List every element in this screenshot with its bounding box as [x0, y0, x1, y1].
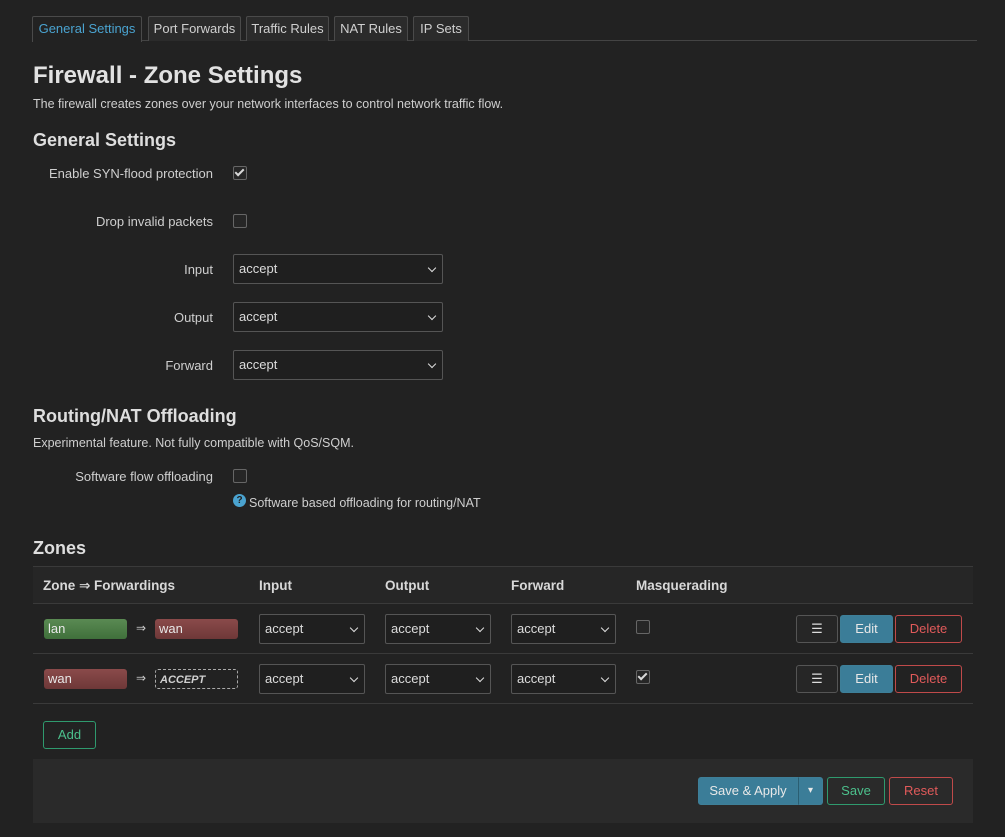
table-row: lan ⇒ wan accept accept accept ☰ Edit De…: [33, 604, 973, 654]
page-title: Firewall - Zone Settings: [33, 62, 303, 89]
column-forward: Forward: [511, 578, 565, 593]
drop-invalid-checkbox[interactable]: [233, 214, 247, 228]
forward-label: Forward: [165, 358, 213, 373]
tab-nat-rules[interactable]: NAT Rules: [334, 16, 408, 41]
tab-traffic-rules[interactable]: Traffic Rules: [246, 16, 329, 41]
output-label: Output: [173, 310, 213, 325]
zone-input-value: accept: [265, 671, 304, 686]
input-label: Input: [184, 262, 213, 277]
arrow-icon: ⇒: [136, 621, 147, 635]
forward-policy-select[interactable]: accept: [233, 350, 443, 380]
chevron-down-icon: [349, 673, 359, 683]
arrow-icon: ⇒: [136, 671, 147, 685]
zone-forward-select[interactable]: accept: [511, 614, 616, 644]
software-offload-checkbox[interactable]: [233, 469, 247, 483]
zone-badge-accept: ACCEPT: [155, 669, 238, 689]
input-policy-select[interactable]: accept: [233, 254, 443, 284]
checkmark-icon: [637, 670, 648, 681]
zone-badge-wan: wan: [44, 669, 127, 689]
chevron-down-icon: [600, 673, 610, 683]
page-description: The firewall creates zones over your net…: [33, 97, 504, 111]
column-masquerading: Masquerading: [636, 578, 728, 593]
syn-flood-label: Enable SYN-flood protection: [48, 166, 213, 181]
edit-button[interactable]: Edit: [840, 615, 893, 643]
zone-output-select[interactable]: accept: [385, 614, 491, 644]
zone-output-value: accept: [391, 621, 430, 636]
tab-general-settings[interactable]: General Settings: [32, 16, 142, 42]
add-zone-button[interactable]: Add: [43, 721, 96, 749]
chevron-down-icon: [427, 311, 437, 321]
delete-button[interactable]: Delete: [895, 615, 962, 643]
column-output: Output: [385, 578, 430, 593]
zone-forward-value: accept: [517, 671, 556, 686]
reset-button[interactable]: Reset: [889, 777, 953, 805]
checkmark-icon: [234, 166, 245, 177]
chevron-down-icon: [600, 623, 610, 633]
edit-button[interactable]: Edit: [840, 665, 893, 693]
offloading-heading: Routing/NAT Offloading: [33, 406, 237, 426]
chevron-down-icon: [427, 359, 437, 369]
zones-table-header: Zone ⇒ Forwardings Input Output Forward …: [33, 566, 973, 604]
delete-button[interactable]: Delete: [895, 665, 962, 693]
forward-policy-value: accept: [239, 357, 278, 372]
output-policy-select[interactable]: accept: [233, 302, 443, 332]
zone-forward-value: accept: [517, 621, 556, 636]
syn-flood-checkbox[interactable]: [233, 166, 247, 180]
masquerading-checkbox[interactable]: [636, 670, 650, 684]
zone-badge-wan: wan: [155, 619, 238, 639]
form-footer: Save & Apply ▾ Save Reset: [33, 759, 973, 823]
save-apply-button[interactable]: Save & Apply: [698, 777, 798, 805]
masquerading-checkbox[interactable]: [636, 620, 650, 634]
offloading-description: Experimental feature. Not fully compatib…: [33, 436, 354, 450]
drop-invalid-label: Drop invalid packets: [95, 214, 213, 229]
chevron-down-icon: [349, 623, 359, 633]
question-circle-icon: ?: [233, 494, 246, 507]
software-offload-help: Software based offloading for routing/NA…: [249, 496, 481, 510]
zone-badge-lan: lan: [44, 619, 127, 639]
tab-ip-sets[interactable]: IP Sets: [413, 16, 469, 41]
zone-output-value: accept: [391, 671, 430, 686]
chevron-down-icon: [475, 623, 485, 633]
zone-input-select[interactable]: accept: [259, 614, 365, 644]
zone-input-select[interactable]: accept: [259, 664, 365, 694]
general-settings-heading: General Settings: [33, 130, 177, 150]
output-policy-value: accept: [239, 309, 278, 324]
drag-menu-button[interactable]: ☰: [796, 665, 838, 693]
chevron-down-icon: [427, 263, 437, 273]
drag-menu-button[interactable]: ☰: [796, 615, 838, 643]
save-apply-dropdown-button[interactable]: ▾: [798, 777, 823, 805]
table-row: wan ⇒ ACCEPT accept accept accept ☰ Edit…: [33, 654, 973, 704]
column-input: Input: [259, 578, 292, 593]
zones-heading: Zones: [33, 538, 87, 558]
tab-bar: General Settings Port Forwards Traffic R…: [32, 16, 977, 42]
tab-port-forwards[interactable]: Port Forwards: [148, 16, 241, 41]
save-button[interactable]: Save: [827, 777, 885, 805]
zone-input-value: accept: [265, 621, 304, 636]
chevron-down-icon: [475, 673, 485, 683]
column-zone-forwardings: Zone ⇒ Forwardings: [43, 578, 176, 593]
zone-forward-select[interactable]: accept: [511, 664, 616, 694]
input-policy-value: accept: [239, 261, 278, 276]
software-offload-label: Software flow offloading: [75, 469, 213, 484]
zone-output-select[interactable]: accept: [385, 664, 491, 694]
